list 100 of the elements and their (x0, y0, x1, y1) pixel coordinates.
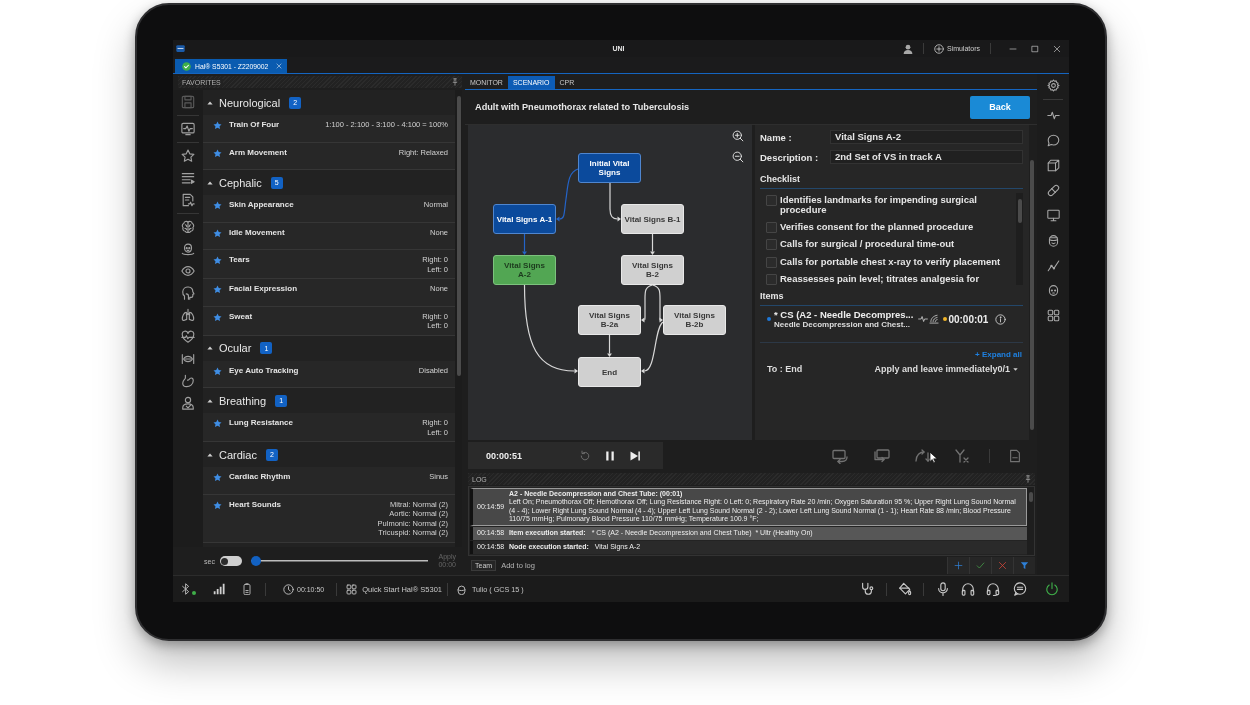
document-icon[interactable] (181, 193, 195, 207)
flowchart-node[interactable]: Vital Signs B-1 (621, 204, 684, 234)
heart-icon[interactable] (181, 330, 195, 344)
stethoscope-icon[interactable] (860, 582, 874, 596)
group-title: Neurological (219, 96, 281, 109)
close-icon[interactable] (1053, 44, 1061, 53)
pause-icon[interactable] (604, 449, 617, 462)
star-icon[interactable] (213, 228, 222, 238)
star-icon[interactable] (213, 201, 222, 210)
star-icon[interactable] (213, 473, 222, 482)
parameter-name: Cardiac Rhythm (229, 472, 291, 482)
scrollbar-thumb[interactable] (1017, 199, 1022, 223)
skip-next-icon[interactable] (629, 449, 642, 462)
star-icon[interactable] (213, 121, 222, 130)
toggle-switch[interactable] (219, 556, 242, 566)
filter-button[interactable] (1013, 556, 1035, 574)
back-button[interactable]: Back (970, 95, 1030, 119)
headphones-icon[interactable] (961, 582, 975, 596)
headband-face-icon[interactable] (1046, 234, 1060, 247)
box-arrow-icon[interactable] (832, 447, 848, 464)
star-icon[interactable] (213, 256, 222, 265)
star-icon[interactable] (213, 500, 222, 510)
flowchart-node[interactable]: End (578, 357, 641, 387)
pulse-icon[interactable] (1046, 109, 1060, 122)
power-icon[interactable] (1045, 582, 1059, 596)
head-profile-icon[interactable] (181, 286, 195, 300)
group-title: Cardiac (219, 448, 257, 461)
checkbox[interactable] (766, 256, 777, 268)
bracketed-ellipse-icon[interactable] (181, 352, 195, 366)
maximize-icon[interactable] (1031, 44, 1039, 53)
face-icon[interactable] (1046, 284, 1060, 297)
checkbox[interactable] (766, 239, 777, 250)
signal-waves-icon (929, 314, 940, 324)
grid-icon[interactable] (346, 583, 358, 595)
flowchart-node[interactable]: Vital Signs B-2b (663, 305, 726, 335)
flowchart-node[interactable]: Vital Signs B-2 (621, 255, 684, 285)
checklist-item-text: Calls for surgical / procedural time-out (780, 239, 955, 249)
pin-icon[interactable] (1024, 475, 1032, 483)
flowchart-node[interactable]: Vital Signs B-2a (578, 305, 641, 335)
brain-icon[interactable] (181, 220, 195, 234)
line-chart-icon[interactable] (1046, 259, 1060, 272)
scrollbar-thumb[interactable] (1030, 160, 1034, 430)
chat-bubble-icon[interactable] (1046, 134, 1060, 147)
name-field[interactable]: Vital Signs A-2 (830, 130, 1023, 144)
caret-icon[interactable] (207, 179, 213, 186)
checkbox[interactable] (766, 195, 777, 206)
bluetooth-icon[interactable] (180, 583, 192, 595)
zoom-in-icon[interactable] (732, 130, 744, 142)
caret-icon[interactable] (207, 397, 213, 404)
parameter-name: Heart Sounds (229, 499, 281, 510)
settings-icon[interactable] (1046, 79, 1060, 92)
cube-icon[interactable] (1046, 159, 1060, 172)
star-icon[interactable] (213, 419, 222, 428)
battery-icon (241, 583, 253, 595)
branch-icon[interactable] (954, 447, 970, 464)
flowchart-node[interactable]: Initial Vital Signs (578, 153, 641, 183)
description-field[interactable]: 2nd Set of VS in track A (830, 150, 1023, 164)
stomach-icon[interactable] (181, 374, 195, 388)
info-icon[interactable] (995, 313, 1007, 325)
cancel-button[interactable] (991, 556, 1013, 574)
save-icon[interactable] (181, 95, 195, 109)
star-icon[interactable] (213, 312, 222, 322)
microphone-icon[interactable] (936, 582, 950, 596)
user-icon[interactable] (902, 43, 913, 54)
caret-icon (1013, 366, 1018, 372)
add-button[interactable] (947, 556, 969, 574)
chat-icon[interactable] (1013, 582, 1027, 596)
grid-icon[interactable] (1046, 309, 1060, 322)
list-icon[interactable] (181, 171, 195, 185)
box-arrow-icon[interactable] (874, 447, 890, 464)
pin-icon[interactable] (451, 78, 459, 86)
document-icon[interactable] (1008, 448, 1022, 463)
slider-thumb[interactable] (250, 556, 261, 566)
monitor-icon[interactable] (1046, 209, 1060, 222)
scrollbar-thumb[interactable] (456, 96, 461, 376)
action-dropdown[interactable]: Apply and leave immediately0/1 (874, 364, 1018, 374)
expand-all-link[interactable]: + Expand all (975, 350, 1022, 359)
monitor-icon[interactable] (181, 122, 195, 136)
paint-bucket-icon[interactable] (898, 582, 912, 596)
star-icon[interactable] (213, 366, 222, 376)
star-icon[interactable] (213, 148, 222, 158)
headset-icon[interactable] (986, 582, 1000, 596)
checkbox[interactable] (766, 274, 777, 285)
flowchart-node[interactable]: Vital Signs A-2 (493, 255, 556, 285)
person-check-icon[interactable] (181, 396, 195, 410)
head-icon[interactable] (181, 242, 195, 256)
star-icon[interactable] (181, 149, 195, 163)
star-icon[interactable] (213, 285, 222, 294)
caret-icon[interactable] (207, 345, 213, 351)
flowchart-node[interactable]: Vital Signs A-1 (493, 204, 556, 234)
lungs-icon[interactable] (181, 308, 195, 322)
scrollbar-thumb[interactable] (1028, 492, 1033, 502)
log-entry[interactable] (470, 488, 1027, 526)
caret-icon[interactable] (207, 451, 213, 458)
parameter-name: Idle Movement (229, 227, 285, 238)
pill-icon[interactable] (1046, 184, 1060, 197)
checkbox[interactable] (766, 221, 777, 233)
zoom-out-icon[interactable] (732, 151, 744, 163)
caret-icon[interactable] (207, 99, 213, 106)
eye-icon[interactable] (181, 264, 195, 278)
